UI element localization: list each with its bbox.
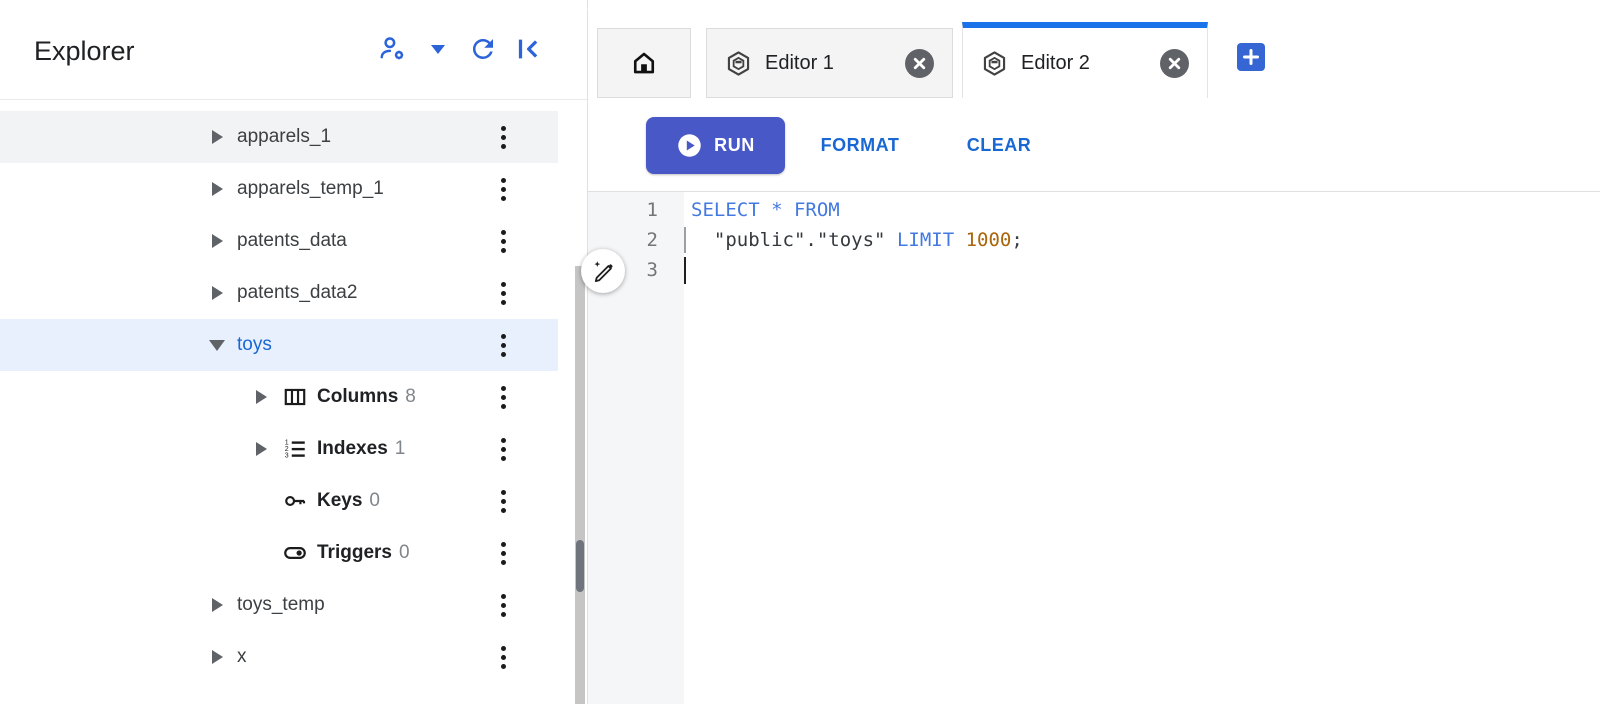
tree-row[interactable]: patents_data bbox=[0, 215, 558, 267]
kebab-menu-button[interactable] bbox=[493, 163, 513, 215]
expand-arrow-icon[interactable] bbox=[205, 645, 229, 669]
tab-editor-2-active[interactable]: Editor 2 bbox=[962, 22, 1208, 98]
triggers-icon bbox=[281, 540, 309, 566]
tree-row[interactable]: patents_data2 bbox=[0, 267, 558, 319]
tab-bar: Editor 1 Editor 2 bbox=[588, 0, 1600, 100]
collapse-panel-icon[interactable] bbox=[513, 34, 543, 64]
close-icon[interactable] bbox=[905, 49, 934, 78]
expand-arrow-icon bbox=[249, 541, 273, 565]
tree-item-label: x bbox=[237, 646, 247, 668]
refresh-icon[interactable] bbox=[468, 34, 498, 64]
magic-pencil-button[interactable] bbox=[581, 249, 625, 293]
tree-item-label: apparels_temp_1 bbox=[237, 178, 384, 200]
tree-item-label: Triggers bbox=[317, 542, 392, 564]
tree-item-count: 0 bbox=[399, 542, 410, 564]
tree-item-label: Indexes bbox=[317, 438, 388, 460]
tree-item-label: Columns bbox=[317, 386, 398, 408]
kebab-menu-button[interactable] bbox=[493, 423, 513, 475]
tree-item-label: toys_temp bbox=[237, 594, 325, 616]
editor-panel: Editor 1 Editor 2 bbox=[588, 0, 1600, 704]
tab-label: Editor 1 bbox=[765, 52, 892, 75]
expand-arrow-icon[interactable] bbox=[205, 177, 229, 201]
tree-row[interactable]: toys bbox=[0, 319, 558, 371]
tree-item-label: toys bbox=[237, 334, 272, 356]
tree-item-label: apparels_1 bbox=[237, 126, 331, 148]
tab-editor-1[interactable]: Editor 1 bbox=[706, 28, 953, 98]
kebab-menu-button[interactable] bbox=[493, 579, 513, 631]
expand-arrow-icon[interactable] bbox=[205, 229, 229, 253]
editor-hexagon-icon bbox=[981, 50, 1008, 77]
expand-arrow-icon[interactable] bbox=[205, 333, 229, 357]
statement-marker bbox=[684, 227, 686, 253]
add-tab-button[interactable] bbox=[1237, 43, 1265, 71]
expand-arrow-icon[interactable] bbox=[205, 281, 229, 305]
expand-arrow-icon[interactable] bbox=[249, 385, 273, 409]
format-button[interactable]: FORMAT bbox=[810, 117, 910, 174]
keys-icon bbox=[281, 488, 309, 514]
run-button[interactable]: RUN bbox=[646, 117, 785, 174]
close-icon[interactable] bbox=[1160, 49, 1189, 78]
editor-toolbar: RUN FORMAT CLEAR bbox=[588, 100, 1600, 192]
columns-icon bbox=[281, 384, 309, 410]
object-tree: apparels_1 apparels_temp_1 patents_data … bbox=[0, 111, 587, 683]
play-icon bbox=[676, 132, 703, 159]
tree-item-count: 0 bbox=[369, 490, 380, 512]
svg-text:3: 3 bbox=[285, 453, 289, 460]
code-content[interactable]: SELECT * FROM "public"."toys" LIMIT 1000… bbox=[684, 192, 1600, 704]
tree-row[interactable]: Keys 0 bbox=[0, 475, 558, 527]
tree-row[interactable]: Columns 8 bbox=[0, 371, 558, 423]
home-icon bbox=[629, 48, 659, 78]
tree-row[interactable]: Triggers 0 bbox=[0, 527, 558, 579]
tree-item-label: patents_data bbox=[237, 230, 347, 252]
explorer-header: Explorer bbox=[0, 0, 587, 100]
kebab-menu-button[interactable] bbox=[493, 527, 513, 579]
editor-hexagon-icon bbox=[725, 50, 752, 77]
kebab-menu-button[interactable] bbox=[493, 319, 513, 371]
kebab-menu-button[interactable] bbox=[493, 267, 513, 319]
tree-item-count: 8 bbox=[405, 386, 416, 408]
tree-item-label: Keys bbox=[317, 490, 362, 512]
sidebar-scrollbar-thumb[interactable] bbox=[576, 540, 584, 592]
expand-arrow-icon[interactable] bbox=[205, 125, 229, 149]
tab-label: Editor 2 bbox=[1021, 52, 1147, 75]
explorer-title: Explorer bbox=[34, 36, 135, 67]
tree-item-label: patents_data2 bbox=[237, 282, 357, 304]
tree-row[interactable]: apparels_1 bbox=[0, 111, 558, 163]
expand-arrow-icon[interactable] bbox=[205, 593, 229, 617]
tree-row[interactable]: 123 Indexes 1 bbox=[0, 423, 558, 475]
expand-arrow-icon bbox=[249, 489, 273, 513]
explorer-panel: Explorer bbox=[0, 0, 588, 704]
code-line[interactable]: "public"."toys" LIMIT 1000; bbox=[684, 225, 1600, 255]
tree-row[interactable]: x bbox=[0, 631, 558, 683]
indexes-icon: 123 bbox=[281, 436, 309, 462]
magic-pencil-icon bbox=[591, 259, 615, 283]
tree-row[interactable]: toys_temp bbox=[0, 579, 558, 631]
line-number: 1 bbox=[588, 195, 684, 225]
sidebar-scrollbar-track[interactable] bbox=[575, 266, 585, 704]
kebab-menu-button[interactable] bbox=[493, 631, 513, 683]
dropdown-caret-icon[interactable] bbox=[423, 34, 453, 64]
clear-button[interactable]: CLEAR bbox=[954, 117, 1044, 174]
tree-item-count: 1 bbox=[395, 438, 406, 460]
manage-accounts-icon[interactable] bbox=[378, 34, 408, 64]
code-line[interactable]: SELECT * FROM bbox=[684, 195, 1600, 225]
sql-studio-app: Explorer bbox=[0, 0, 1600, 704]
sql-editor[interactable]: 123 SELECT * FROM "public"."toys" LIMIT … bbox=[588, 192, 1600, 704]
add-tab-icon bbox=[1242, 48, 1260, 66]
tab-home[interactable] bbox=[597, 28, 691, 98]
kebab-menu-button[interactable] bbox=[493, 371, 513, 423]
kebab-menu-button[interactable] bbox=[493, 215, 513, 267]
kebab-menu-button[interactable] bbox=[493, 111, 513, 163]
text-cursor bbox=[684, 257, 686, 284]
kebab-menu-button[interactable] bbox=[493, 475, 513, 527]
code-line[interactable] bbox=[684, 255, 1600, 285]
expand-arrow-icon[interactable] bbox=[249, 437, 273, 461]
tree-row[interactable]: apparels_temp_1 bbox=[0, 163, 558, 215]
